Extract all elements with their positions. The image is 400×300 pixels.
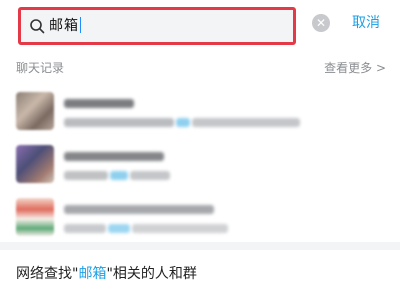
message-preview [64, 118, 174, 127]
close-icon: ✕ [315, 16, 327, 30]
message-preview [64, 171, 108, 180]
message-keyword [176, 118, 190, 127]
network-search-suffix: "相关的人和群 [106, 266, 197, 282]
avatar [16, 145, 54, 183]
section-divider [0, 242, 400, 250]
contact-name [64, 152, 164, 161]
network-search-prefix: 网络查找" [16, 266, 79, 282]
message-preview [64, 224, 106, 233]
message-preview [130, 171, 170, 180]
search-query: 邮箱 [49, 17, 81, 34]
message-preview [132, 224, 228, 233]
search-icon [29, 18, 45, 34]
cancel-button[interactable]: 取消 [352, 12, 380, 34]
search-bar: 邮箱 ✕ 取消 [0, 0, 400, 52]
avatar [16, 198, 54, 236]
search-input[interactable]: 邮箱 [18, 7, 296, 45]
network-search-item[interactable]: 网络查找"邮箱"相关的人和群 [16, 264, 197, 284]
list-item[interactable] [0, 92, 400, 136]
message-keyword [108, 224, 130, 233]
network-search-keyword: 邮箱 [78, 266, 107, 282]
list-item[interactable] [0, 198, 400, 242]
contact-name [64, 205, 214, 214]
chat-history-header: 聊天记录 查看更多 > [0, 54, 400, 80]
message-preview [192, 118, 300, 127]
clear-button[interactable]: ✕ [312, 14, 330, 32]
contact-name [64, 99, 134, 108]
list-item[interactable] [0, 145, 400, 189]
section-title: 聊天记录 [16, 61, 65, 75]
message-keyword [110, 171, 128, 180]
view-more-link[interactable]: 查看更多 > [324, 59, 386, 76]
avatar [16, 92, 54, 130]
